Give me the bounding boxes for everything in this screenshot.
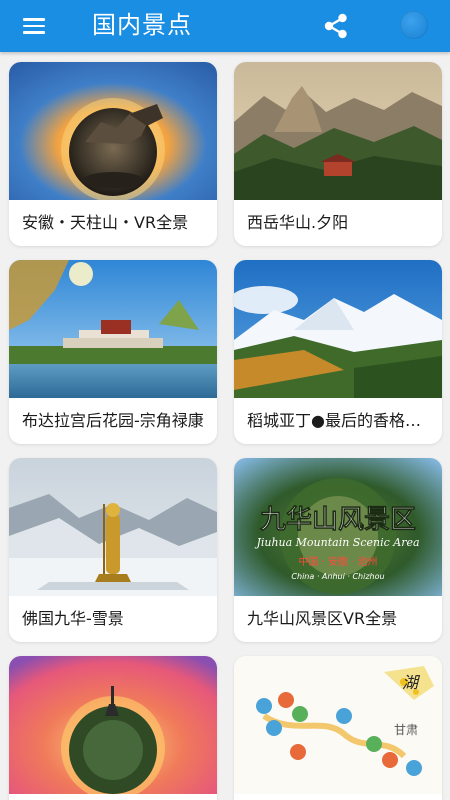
- spot-thumbnail: 九华山风景区 Jiuhua Mountain Scenic Area 中国 · …: [234, 458, 442, 596]
- scenic-spot-grid: 安徽・天柱山・VR全景 西岳华山.夕阳 布达拉宫后花园-宗角禄康 稻城亚丁●最后…: [0, 52, 450, 800]
- spot-title: 布达拉宫后花园-宗角禄康: [22, 411, 204, 430]
- share-icon[interactable]: [320, 10, 352, 42]
- spot-title: 西岳华山.夕阳: [247, 213, 349, 232]
- spot-thumbnail: [9, 260, 217, 398]
- spot-card-planet-sunset[interactable]: [9, 656, 217, 800]
- jiuhua-poster-location-cn: 中国 · 安徽 · 池州: [298, 555, 377, 568]
- spot-card-daocheng-yading[interactable]: 稻城亚丁●最后的香格里拉: [234, 260, 442, 444]
- spot-title: 佛国九华-雪景: [22, 609, 124, 628]
- spot-thumbnail: [234, 260, 442, 398]
- jiuhua-poster-location-en: China · Anhui · Chizhou: [291, 572, 384, 581]
- spot-card-tianzhushan[interactable]: 安徽・天柱山・VR全景: [9, 62, 217, 246]
- spot-thumbnail: [9, 62, 217, 200]
- page-title: 国内景点: [92, 11, 192, 39]
- spot-card-route-map[interactable]: 湖 甘肃: [234, 656, 442, 800]
- spot-title: 安徽・天柱山・VR全景: [22, 213, 189, 232]
- spot-thumbnail: 湖 甘肃: [234, 656, 442, 794]
- spot-card-jiuhua-vr[interactable]: 九华山风景区 Jiuhua Mountain Scenic Area 中国 · …: [234, 458, 442, 642]
- spot-card-jiuhua-snow[interactable]: 佛国九华-雪景: [9, 458, 217, 642]
- spot-thumbnail: [9, 458, 217, 596]
- top-app-bar: 国内景点: [0, 0, 450, 52]
- spot-card-potala-garden[interactable]: 布达拉宫后花园-宗角禄康: [9, 260, 217, 444]
- app-screen: 国内景点 安徽・天柱山・VR全景 西岳华山.夕阳 布达拉宫后花园-宗角禄康 稻城…: [0, 0, 450, 800]
- spot-thumbnail: [234, 62, 442, 200]
- spot-card-huashan[interactable]: 西岳华山.夕阳: [234, 62, 442, 246]
- spot-thumbnail: [9, 656, 217, 794]
- hamburger-menu-icon[interactable]: [20, 14, 50, 38]
- spot-title: 九华山风景区VR全景: [247, 609, 398, 628]
- user-avatar[interactable]: [400, 11, 428, 39]
- jiuhua-poster-subtitle: Jiuhua Mountain Scenic Area: [254, 536, 419, 549]
- jiuhua-poster-title: 九华山风景区: [259, 504, 416, 535]
- spot-title: 稻城亚丁●最后的香格里拉: [247, 411, 433, 430]
- map-region-label: 甘肃: [394, 723, 418, 737]
